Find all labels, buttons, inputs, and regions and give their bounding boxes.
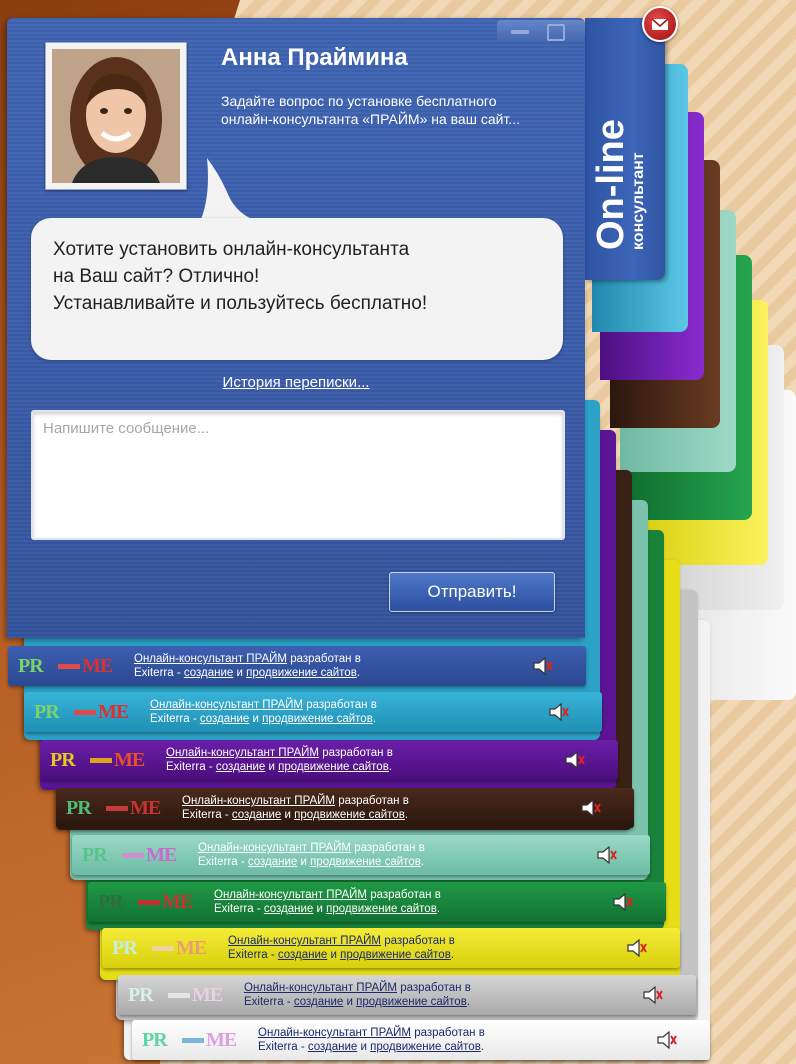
footer-credits: Онлайн-консультант ПРАЙМ разработан в Ex… — [166, 747, 393, 773]
minimize-icon[interactable] — [511, 30, 529, 34]
footer-credits: Онлайн-консультант ПРАЙМ разработан в Ex… — [182, 795, 409, 821]
link-prime-consultant[interactable]: Онлайн-консультант ПРАЙМ — [228, 935, 381, 947]
mail-icon — [651, 18, 669, 30]
welcome-bubble: Хотите установить онлайн-консультанта на… — [31, 218, 563, 360]
link-prime-consultant[interactable]: Онлайн-консультант ПРАЙМ — [166, 747, 319, 759]
footer-credits: Онлайн-консультант ПРАЙМ разработан в Ex… — [258, 1027, 485, 1053]
speaker-mute-icon[interactable] — [596, 845, 618, 865]
footer-credits: Онлайн-консультант ПРАЙМ разработан в Ex… — [228, 935, 455, 961]
link-promotion[interactable]: продвижение сайтов — [294, 809, 405, 821]
link-promotion[interactable]: продвижение сайтов — [340, 949, 451, 961]
footer-credits: Онлайн-консультант ПРАЙМ разработан в Ex… — [150, 699, 377, 725]
footer-bar-green: PR ME Онлайн-консультант ПРАЙМ разработа… — [88, 882, 666, 922]
online-tab-label: On-line консультант — [590, 119, 647, 250]
link-promotion[interactable]: продвижение сайтов — [326, 903, 437, 915]
restore-icon[interactable] — [547, 24, 565, 41]
link-promotion[interactable]: продвижение сайтов — [246, 667, 357, 679]
prime-logo[interactable]: PR ME — [18, 655, 128, 677]
link-creation[interactable]: создание — [308, 1041, 357, 1053]
speaker-mute-icon[interactable] — [656, 1030, 678, 1050]
footer-bar-brown: PR ME Онлайн-консультант ПРАЙМ разработа… — [56, 788, 634, 828]
speaker-mute-icon[interactable] — [548, 702, 570, 722]
prime-logo[interactable]: PR ME — [98, 891, 208, 913]
message-box — [31, 410, 565, 540]
link-prime-consultant[interactable]: Онлайн-консультант ПРАЙМ — [198, 842, 351, 854]
footer-bar-white: PR ME Онлайн-консультант ПРАЙМ разработа… — [132, 1020, 710, 1060]
link-creation[interactable]: создание — [264, 903, 313, 915]
link-promotion[interactable]: продвижение сайтов — [262, 713, 373, 725]
operator-subtitle: Задайте вопрос по установке бесплатного … — [221, 93, 520, 127]
prime-logo[interactable]: PR ME — [142, 1029, 252, 1051]
message-input[interactable] — [43, 420, 553, 530]
footer-bar-mint: PR ME Онлайн-консультант ПРАЙМ разработа… — [72, 835, 650, 875]
footer-bar-blue: PR ME Онлайн-консультант ПРАЙМ разработа… — [8, 646, 586, 686]
link-creation[interactable]: создание — [294, 996, 343, 1008]
link-promotion[interactable]: продвижение сайтов — [356, 996, 467, 1008]
speaker-mute-icon[interactable] — [612, 892, 634, 912]
link-prime-consultant[interactable]: Онлайн-консультант ПРАЙМ — [150, 699, 303, 711]
footer-credits: Онлайн-консультант ПРАЙМ разработан в Ex… — [134, 653, 361, 679]
footer-bar-cyan: PR ME Онлайн-консультант ПРАЙМ разработа… — [24, 692, 602, 732]
operator-name: Анна Праймина — [221, 44, 408, 71]
link-prime-consultant[interactable]: Онлайн-консультант ПРАЙМ — [244, 982, 397, 994]
mail-button[interactable] — [642, 6, 678, 42]
prime-logo[interactable]: PR ME — [34, 701, 144, 723]
link-prime-consultant[interactable]: Онлайн-консультант ПРАЙМ — [182, 795, 335, 807]
prime-logo[interactable]: PR ME — [128, 984, 238, 1006]
operator-portrait-icon — [52, 49, 180, 183]
prime-logo[interactable]: PR ME — [112, 937, 222, 959]
avatar — [52, 49, 180, 183]
history-link[interactable]: История переписки... — [223, 374, 370, 391]
speaker-mute-icon[interactable] — [564, 750, 586, 770]
speaker-mute-icon[interactable] — [532, 656, 554, 676]
speech-bubble-tail — [199, 158, 267, 224]
link-creation[interactable]: создание — [232, 809, 281, 821]
link-creation[interactable]: создание — [184, 667, 233, 679]
link-prime-consultant[interactable]: Онлайн-консультант ПРАЙМ — [134, 653, 287, 665]
footer-bar-gray: PR ME Онлайн-консультант ПРАЙМ разработа… — [118, 975, 696, 1015]
speaker-mute-icon[interactable] — [580, 798, 602, 818]
footer-credits: Онлайн-консультант ПРАЙМ разработан в Ex… — [198, 842, 425, 868]
prime-logo[interactable]: PR ME — [50, 749, 160, 771]
footer-bar-purple: PR ME Онлайн-консультант ПРАЙМ разработа… — [40, 740, 618, 780]
link-prime-consultant[interactable]: Онлайн-консультант ПРАЙМ — [214, 889, 367, 901]
link-creation[interactable]: создание — [216, 761, 265, 773]
link-promotion[interactable]: продвижение сайтов — [310, 856, 421, 868]
prime-logo[interactable]: PR ME — [82, 844, 192, 866]
footer-credits: Онлайн-консультант ПРАЙМ разработан в Ex… — [244, 982, 471, 1008]
operator-photo-frame — [45, 42, 187, 190]
history-link-row: История переписки... — [7, 374, 585, 391]
chat-window: Анна Праймина Задайте вопрос по установк… — [7, 18, 585, 638]
link-creation[interactable]: создание — [278, 949, 327, 961]
speaker-mute-icon[interactable] — [626, 938, 648, 958]
link-prime-consultant[interactable]: Онлайн-консультант ПРАЙМ — [258, 1027, 411, 1039]
link-creation[interactable]: создание — [200, 713, 249, 725]
link-promotion[interactable]: продвижение сайтов — [370, 1041, 481, 1053]
send-button[interactable]: Отправить! — [389, 572, 555, 612]
link-promotion[interactable]: продвижение сайтов — [278, 761, 389, 773]
link-creation[interactable]: создание — [248, 856, 297, 868]
window-controls — [497, 20, 585, 42]
prime-logo[interactable]: PR ME — [66, 797, 176, 819]
footer-credits: Онлайн-консультант ПРАЙМ разработан в Ex… — [214, 889, 441, 915]
footer-bar-yellow: PR ME Онлайн-консультант ПРАЙМ разработа… — [102, 928, 680, 968]
welcome-message: Хотите установить онлайн-консультанта на… — [53, 239, 428, 314]
speaker-mute-icon[interactable] — [642, 985, 664, 1005]
